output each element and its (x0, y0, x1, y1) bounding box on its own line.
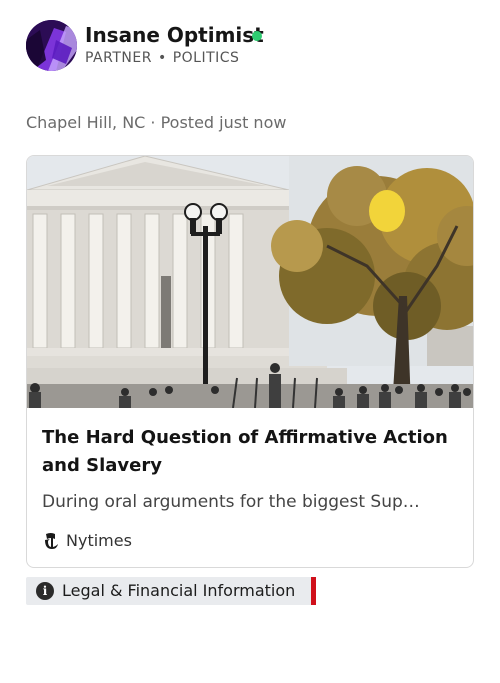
article-card[interactable]: The Hard Question of Affirmative Action … (26, 155, 474, 568)
online-status-icon (252, 31, 262, 41)
author-name[interactable]: Insane Optimist (85, 23, 264, 47)
meta-separator: • (157, 50, 167, 66)
author-meta: PARTNER • POLITICS (85, 50, 239, 66)
legal-financial-info-label: Legal & Financial Information (62, 581, 296, 600)
info-icon: i (36, 582, 54, 600)
author-avatar[interactable] (26, 20, 77, 71)
article-description: During oral arguments for the biggest Su… (42, 492, 420, 512)
post-header: Insane Optimist PARTNER • POLITICS (26, 20, 476, 72)
post-location: Chapel Hill, NC · Posted just now (26, 113, 287, 132)
article-source[interactable]: Nytimes (42, 530, 132, 552)
author-role: PARTNER (85, 50, 152, 66)
nytimes-logo-icon (45, 532, 58, 549)
article-title[interactable]: The Hard Question of Affirmative Action … (42, 424, 462, 480)
article-source-name: Nytimes (66, 531, 132, 550)
legal-accent-bar (311, 577, 316, 605)
article-image (27, 156, 473, 408)
avatar-image (26, 20, 77, 71)
author-category[interactable]: POLITICS (173, 50, 240, 66)
legal-financial-info-button[interactable]: i Legal & Financial Information (26, 577, 316, 605)
